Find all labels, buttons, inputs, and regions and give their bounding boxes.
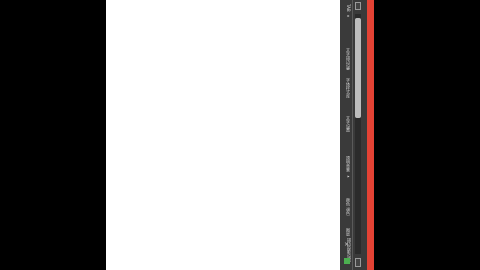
left-letterbox [0, 0, 106, 270]
scroll-up-button[interactable] [355, 2, 361, 10]
panel-item-text-settings[interactable]: 文字设置 ▸ [344, 116, 352, 134]
panel-item-font-styles[interactable]: 字体样式库 ▸ [344, 78, 352, 100]
panel-item-tab[interactable]: TAB ▸ [344, 4, 352, 22]
panel-item-stroke[interactable]: 文字描边设置 [344, 48, 352, 70]
panel-item-blend[interactable]: 图层混合效果 [344, 228, 352, 236]
right-letterbox [374, 0, 480, 270]
document-canvas[interactable] [106, 0, 340, 270]
scroll-down-button[interactable] [355, 258, 361, 267]
accent-strip [367, 0, 374, 270]
scrollbar-thumb[interactable] [355, 18, 361, 118]
status-indicator [344, 258, 350, 264]
close-icon[interactable]: × [342, 240, 351, 249]
panel-divider [352, 0, 353, 270]
panel-item-color[interactable]: 颜色 调色 [344, 198, 352, 220]
panel-item-transparent[interactable]: 透明背景 ▸ [344, 156, 352, 178]
